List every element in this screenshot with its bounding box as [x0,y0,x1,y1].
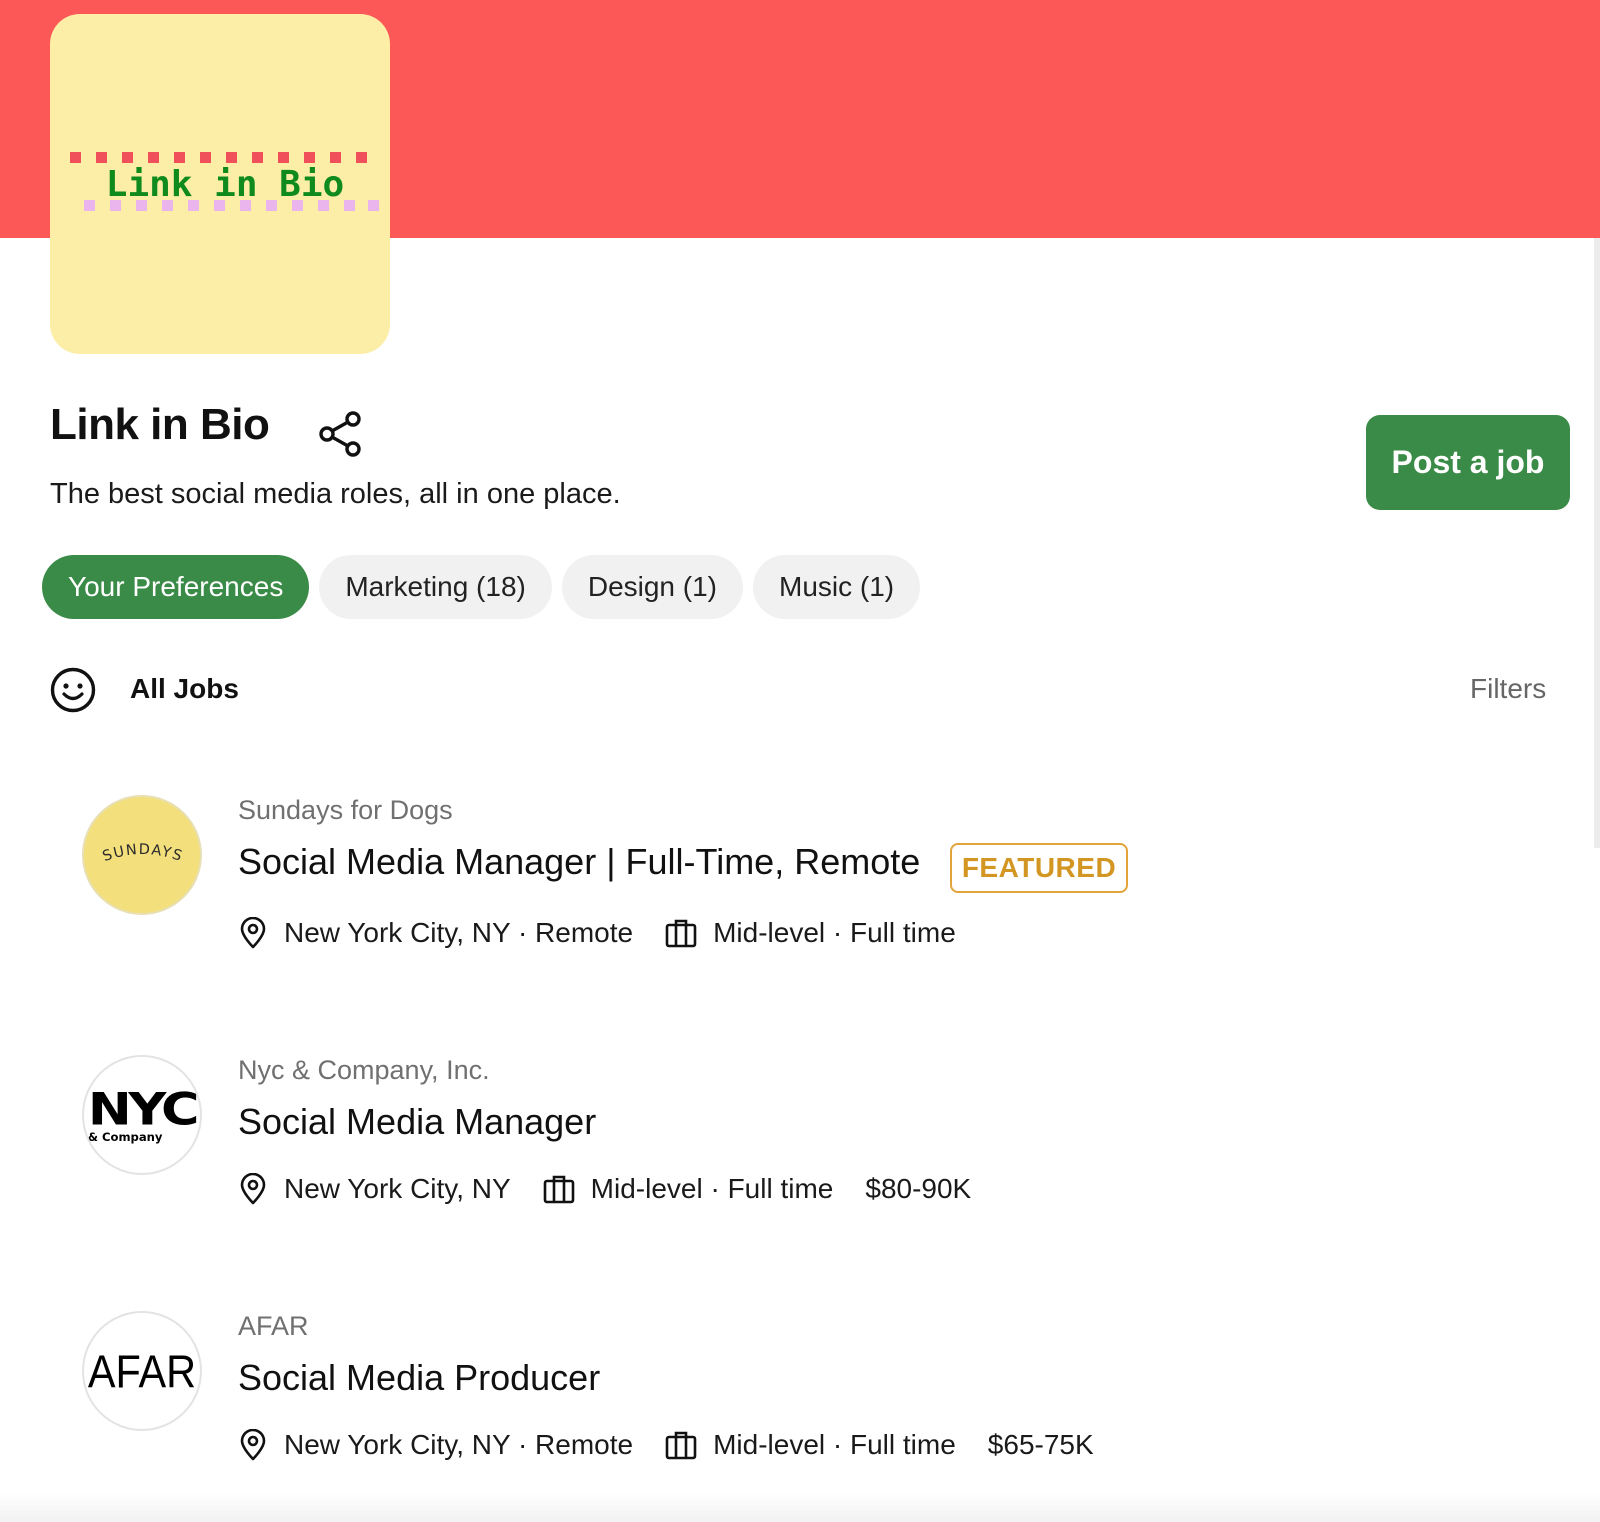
company-name: AFAR [238,1311,309,1341]
svg-text:NYC: NYC [88,1085,197,1136]
job-level: Mid-level · Full time [543,1173,834,1205]
job-title[interactable]: Social Media Producer [238,1357,600,1399]
company-name: Sundays for Dogs [238,795,453,825]
job-location: New York City, NY · Remote [238,917,633,949]
briefcase-icon [665,1431,697,1460]
location-pin-icon [240,1173,266,1205]
board-tagline: The best social media roles, all in one … [50,478,621,510]
svg-text:AFAR: AFAR [88,1345,196,1397]
bottom-fade [0,1492,1600,1522]
job-listing[interactable]: AFAR AFAR Social Media Producer New York… [82,1311,1282,1511]
featured-badge: FEATURED [950,843,1128,893]
board-logo: Link in Bio [50,14,390,354]
company-logo: SUNDAYS [82,795,202,915]
job-title[interactable]: Social Media Manager [238,1101,596,1143]
post-job-button[interactable]: Post a job [1366,415,1570,510]
all-jobs-label: All Jobs [130,673,239,704]
job-meta: New York City, NY Mid-level · Full time … [238,1173,1003,1205]
page-title: Link in Bio [50,400,270,449]
share-icon [319,411,361,457]
smiley-icon [50,667,96,713]
job-level: Mid-level · Full time [665,1429,956,1461]
job-title[interactable]: Social Media Manager | Full-Time, Remote [238,841,920,883]
link-in-bio-logo-icon: Link in Bio [70,152,379,211]
location-pin-icon [240,1429,266,1461]
job-listing[interactable]: SUNDAYS Sundays for Dogs Social Media Ma… [82,795,1282,995]
location-text: New York City, NY · Remote [284,917,634,948]
location-text: New York City, NY [284,1173,511,1204]
page-edge [1594,238,1600,848]
company-name: Nyc & Company, Inc. [238,1055,490,1085]
job-meta: New York City, NY · Remote Mid-level · F… [238,1429,1126,1461]
location-pin-icon [240,917,266,949]
tab-design[interactable]: Design (1) [561,555,744,619]
svg-text:Link in Bio: Link in Bio [106,164,344,205]
job-location: New York City, NY · Remote [238,1429,633,1461]
company-logo: NYC & Company [82,1055,202,1175]
tab-music[interactable]: Music (1) [753,555,921,619]
level-text: Mid-level · Full time [590,1173,834,1204]
nyc-company-logo-icon: NYC & Company [88,1085,199,1144]
tab-marketing[interactable]: Marketing (18) [319,555,552,619]
svg-text:& Company: & Company [88,1130,163,1144]
category-tabs: Your Preferences Marketing (18) Design (… [42,555,921,619]
sundays-logo-icon: SUNDAYS [101,842,185,865]
job-salary: $65-75K [987,1429,1094,1460]
job-listing[interactable]: NYC & Company Nyc & Company, Inc. Social… [82,1055,1282,1255]
briefcase-icon [543,1175,574,1204]
job-salary: $80-90K [865,1173,972,1204]
level-text: Mid-level · Full time [713,1429,956,1460]
svg-text:SUNDAYS: SUNDAYS [101,842,185,865]
job-meta: New York City, NY · Remote Mid-level · F… [238,917,988,949]
job-level: Mid-level · Full time [665,917,956,949]
afar-logo-icon: AFAR [88,1345,196,1397]
location-text: New York City, NY · Remote [284,1429,634,1460]
job-location: New York City, NY [238,1173,511,1205]
filters-button[interactable]: Filters [1470,673,1546,705]
briefcase-icon [665,919,697,948]
company-logo: AFAR [82,1311,202,1431]
tab-your-preferences[interactable]: Your Preferences [42,555,310,619]
level-text: Mid-level · Full time [713,917,956,948]
share-button[interactable] [318,410,364,458]
